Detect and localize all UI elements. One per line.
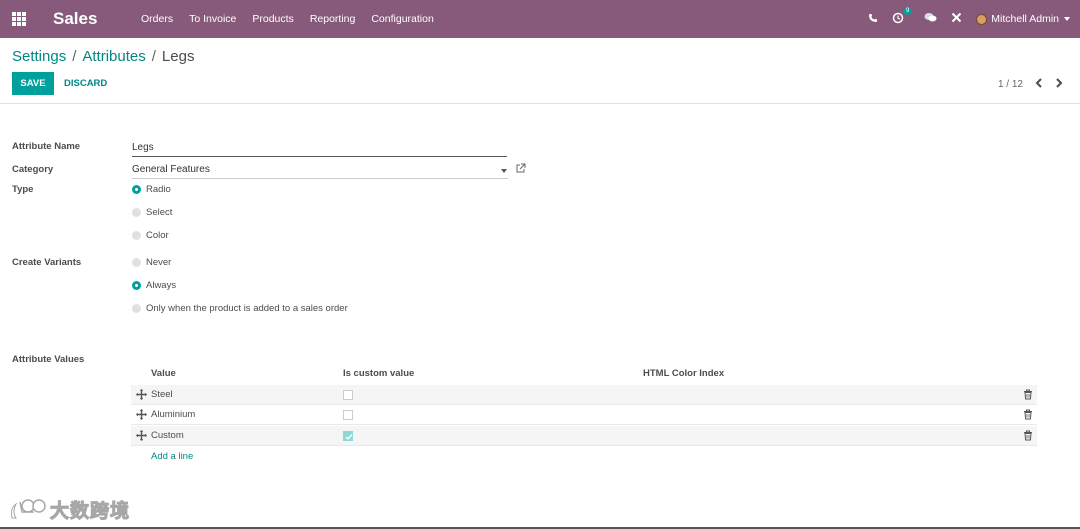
phone-icon[interactable]: [868, 13, 878, 26]
table-row[interactable]: Aluminium: [131, 405, 1037, 425]
clock-icon[interactable]: 9: [892, 6, 912, 27]
menu-products[interactable]: Products: [252, 13, 293, 25]
type-label: Type: [12, 184, 34, 195]
watermark: 大数跨境: [8, 496, 130, 523]
trash-icon[interactable]: [1023, 389, 1033, 400]
menu-to-invoice[interactable]: To Invoice: [189, 13, 236, 25]
category-select[interactable]: General Features: [132, 161, 508, 179]
is-custom-checkbox[interactable]: [343, 431, 353, 441]
attribute-values-label: Attribute Values: [12, 354, 85, 365]
table-row[interactable]: Steel: [131, 385, 1037, 405]
divider: [0, 103, 1080, 104]
menu-configuration[interactable]: Configuration: [371, 13, 433, 25]
breadcrumb-attributes[interactable]: Attributes: [82, 48, 145, 65]
radio-checked-icon: [132, 281, 141, 290]
watermark-logo-icon: [11, 498, 46, 518]
radio-icon: [132, 304, 141, 313]
category-label: Category: [12, 164, 54, 175]
radio-checked-icon: [132, 185, 141, 194]
move-handle-icon[interactable]: [136, 430, 147, 441]
chevron-right-icon[interactable]: [1052, 74, 1066, 92]
column-header-html-color[interactable]: HTML Color Index: [643, 368, 724, 379]
discard-button[interactable]: DISCARD: [64, 72, 107, 95]
chat-icon[interactable]: [924, 12, 937, 26]
avatar: [976, 13, 988, 25]
external-link-icon[interactable]: [515, 163, 526, 174]
variants-radio-never[interactable]: Never: [132, 257, 171, 268]
row-value: Custom: [151, 430, 184, 441]
pager-value[interactable]: 1 / 12: [998, 79, 1023, 90]
tools-icon[interactable]: [951, 12, 962, 26]
menu-orders[interactable]: Orders: [141, 13, 173, 25]
is-custom-checkbox[interactable]: [343, 410, 353, 420]
move-handle-icon[interactable]: [136, 389, 147, 400]
watermark-text: 大数跨境: [49, 501, 131, 523]
row-value: Steel: [151, 389, 173, 400]
radio-icon: [132, 231, 141, 240]
chevron-down-icon: [1064, 17, 1070, 21]
type-radio-color[interactable]: Color: [132, 230, 169, 241]
user-menu[interactable]: Mitchell Admin: [976, 13, 1070, 25]
attribute-name-label: Attribute Name: [12, 141, 81, 152]
is-custom-checkbox[interactable]: [343, 390, 353, 400]
category-value: General Features: [132, 164, 210, 175]
breadcrumb: Settings / Attributes / Legs: [12, 48, 195, 65]
top-navbar: Sales Orders To Invoice Products Reporti…: [0, 0, 1080, 38]
user-name: Mitchell Admin: [991, 13, 1059, 25]
chevron-down-icon: [501, 169, 507, 173]
create-variants-label: Create Variants: [12, 257, 82, 268]
column-header-value[interactable]: Value: [151, 368, 176, 379]
attribute-name-input[interactable]: Legs: [132, 139, 507, 157]
move-handle-icon[interactable]: [136, 409, 147, 420]
apps-grid-icon[interactable]: [12, 12, 26, 26]
trash-icon[interactable]: [1023, 430, 1033, 441]
type-radio-radio[interactable]: Radio: [132, 184, 171, 195]
activity-count-badge: 9: [903, 6, 912, 15]
column-header-is-custom[interactable]: Is custom value: [343, 368, 414, 379]
save-button[interactable]: SAVE: [12, 72, 54, 95]
row-value: Aluminium: [151, 409, 196, 420]
menu-reporting[interactable]: Reporting: [310, 13, 356, 25]
add-line-link[interactable]: Add a line: [151, 451, 193, 462]
main-menu: Orders To Invoice Products Reporting Con…: [141, 13, 450, 25]
variants-radio-on-order[interactable]: Only when the product is added to a sale…: [132, 303, 348, 314]
breadcrumb-settings[interactable]: Settings: [12, 48, 66, 65]
radio-icon: [132, 258, 141, 267]
type-radio-select[interactable]: Select: [132, 207, 172, 218]
chevron-left-icon[interactable]: [1032, 74, 1046, 92]
radio-icon: [132, 208, 141, 217]
breadcrumb-current: Legs: [161, 48, 195, 65]
app-title[interactable]: Sales: [53, 9, 97, 29]
systray: 9 Mitchell Admin: [868, 0, 1080, 38]
table-row[interactable]: Custom: [131, 426, 1037, 446]
trash-icon[interactable]: [1023, 409, 1033, 420]
variants-radio-always[interactable]: Always: [132, 280, 176, 291]
